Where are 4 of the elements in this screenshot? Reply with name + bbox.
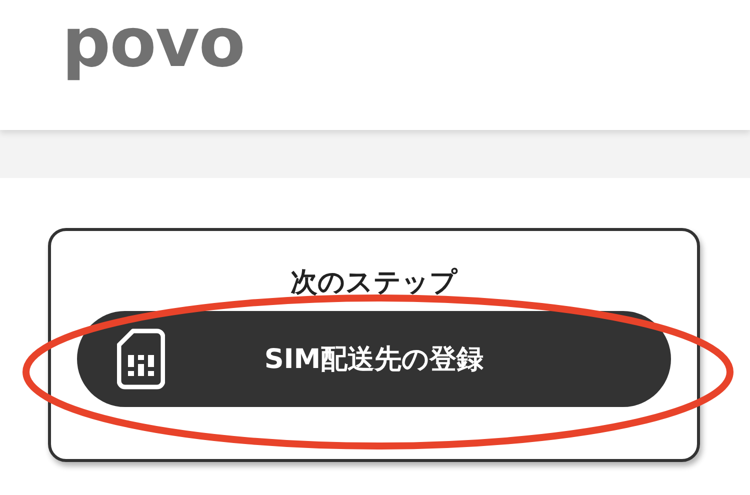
card-title: 次のステップ <box>290 267 458 300</box>
sim-card-icon <box>117 328 165 390</box>
logo: povo <box>62 10 244 78</box>
sim-delivery-button[interactable]: SIM配送先の登録 <box>77 311 671 408</box>
